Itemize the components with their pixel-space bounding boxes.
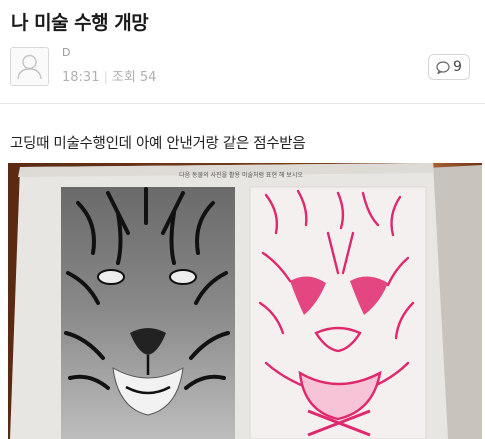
avatar[interactable] [10,47,49,86]
user-icon [17,54,42,80]
tiger-right-eye [169,269,197,285]
comment-count-button[interactable]: 9 [428,54,470,80]
post-title: 나 미술 수행 개망 [11,12,149,34]
post-meta: 18:31 | 조회 54 [62,66,156,85]
author-name[interactable]: D [62,46,70,59]
comment-count: 9 [453,59,462,75]
post-body-text: 고딩때 미술수행인데 아예 안낸거랑 같은 점수받음 [10,136,306,152]
comment-icon [436,60,450,74]
header-divider [0,103,485,104]
meta-separator: | [103,70,108,85]
post-photo[interactable]: 다음 동물의 사진을 활용 미술처럼 표현 해 보시오 [8,163,482,439]
worksheet-instruction: 다음 동물의 사진을 활용 미술처럼 표현 해 보시오 [179,171,303,179]
tiger-left-eye [97,269,125,285]
post-time: 18:31 [62,70,100,85]
view-count: 조회 54 [111,70,157,85]
